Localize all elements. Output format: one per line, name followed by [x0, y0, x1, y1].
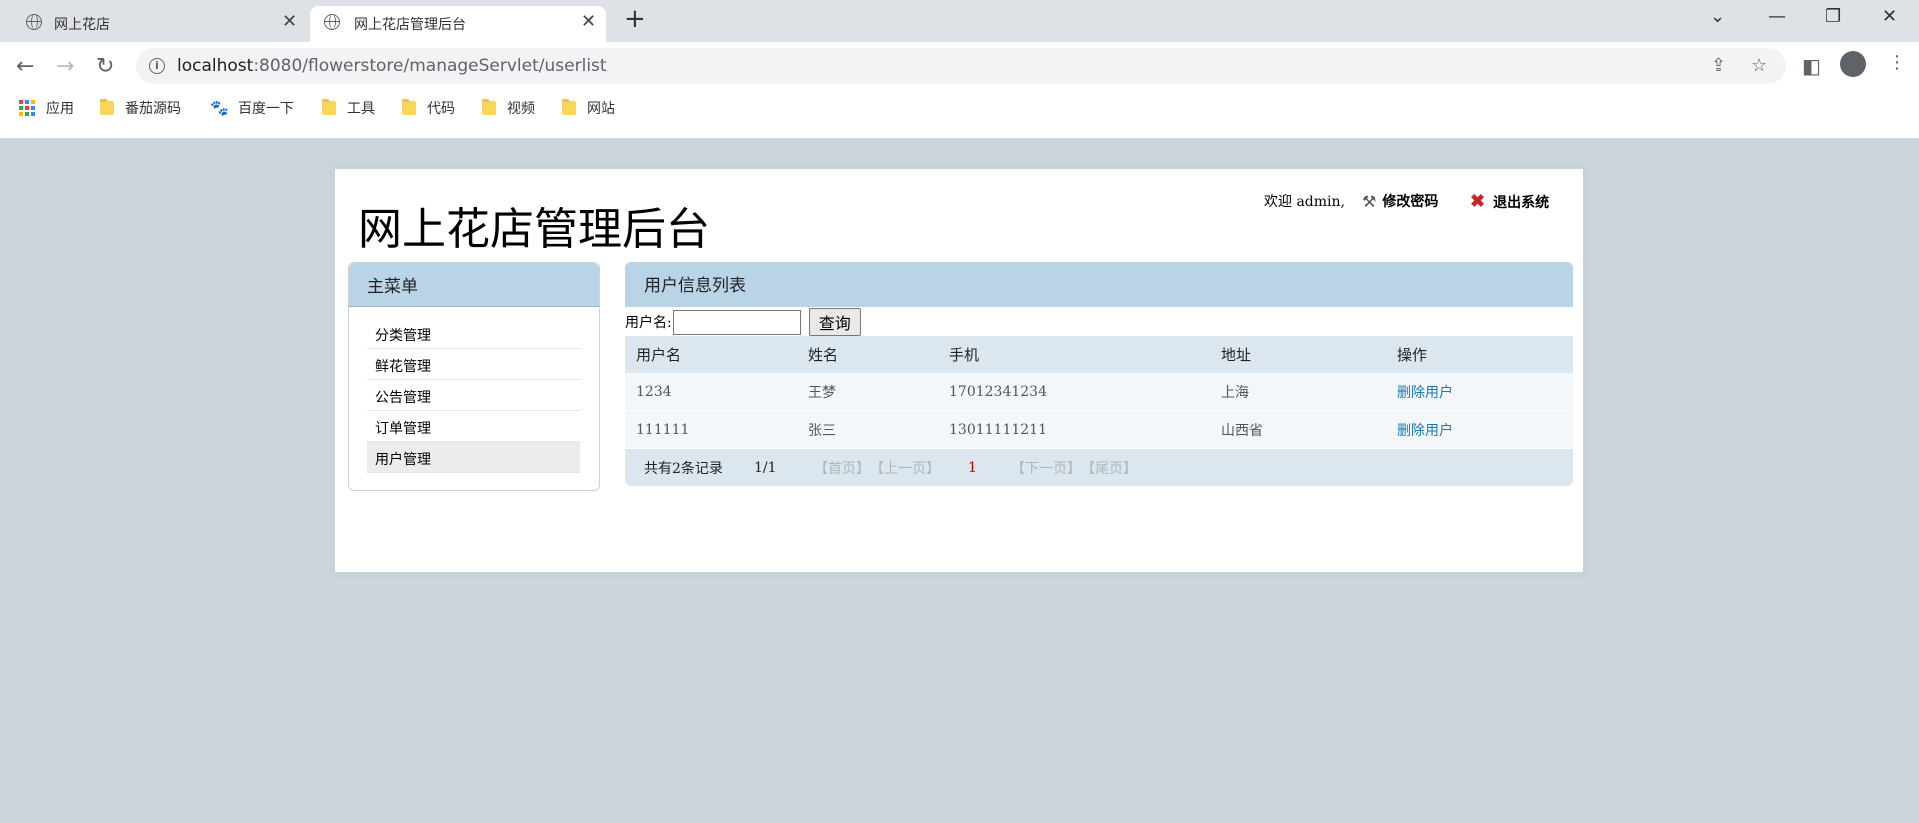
- username-search-input[interactable]: [672, 309, 801, 335]
- sidebar: 主菜单 分类管理 鲜花管理 公告管理 订单管理 用户管理: [348, 262, 600, 491]
- url-text[interactable]: localhost:8080/flowerstore/manageServlet…: [177, 56, 607, 76]
- bookmark-folder[interactable]: 番茄源码: [100, 93, 181, 123]
- search-label: 用户名:: [625, 315, 672, 331]
- baidu-paw-icon: 🐾: [210, 99, 229, 117]
- address-bar[interactable]: i localhost:8080/flowerstore/manageServl…: [136, 48, 1786, 84]
- back-icon[interactable]: ←: [16, 54, 34, 79]
- tab-title: 网上花店管理后台: [354, 17, 466, 33]
- page-title: 网上花店管理后台: [358, 204, 710, 255]
- cell-name: 张三: [808, 422, 836, 439]
- search-button[interactable]: 查询: [808, 308, 861, 336]
- tab-search-chevron-icon[interactable]: ⌄: [1710, 6, 1725, 27]
- reload-icon[interactable]: ↻: [96, 54, 114, 79]
- pagination: 共有2条记录 1/1 【首页】 【上一页】 1 【下一页】 【尾页】: [625, 449, 1573, 486]
- folder-icon: [562, 99, 576, 115]
- close-tab-icon[interactable]: ✕: [581, 11, 596, 32]
- globe-icon: [324, 14, 340, 30]
- bookmark-folder[interactable]: 工具: [322, 93, 375, 123]
- column-header: 手机: [949, 346, 980, 364]
- minimize-icon[interactable]: —: [1768, 6, 1786, 27]
- sidebar-title: 主菜单: [349, 263, 599, 307]
- cell-name: 王梦: [808, 384, 836, 401]
- new-tab-icon[interactable]: +: [624, 4, 646, 34]
- search-form: 用户名: 查询: [625, 307, 861, 337]
- bookmark-folder[interactable]: 代码: [402, 93, 455, 123]
- delete-user-link[interactable]: 删除用户: [1397, 420, 1573, 440]
- sidebar-item-orders[interactable]: 订单管理: [367, 411, 580, 442]
- close-icon: ✖: [1470, 191, 1486, 212]
- globe-icon: [26, 14, 42, 30]
- table-row: 111111 张三 13011111211 山西省 删除用户: [625, 411, 1573, 449]
- apps-grid-icon: [19, 100, 35, 116]
- page-count: 1/1: [754, 459, 777, 476]
- tab-title: 网上花店: [54, 17, 110, 33]
- share-icon[interactable]: ⇪: [1711, 55, 1726, 76]
- next-page-link[interactable]: 【下一页】: [1011, 458, 1081, 478]
- folder-icon: [402, 99, 416, 115]
- tab-admin[interactable]: 网上花店管理后台 ✕: [310, 6, 606, 42]
- change-password-link[interactable]: ⚒ 修改密码: [1362, 191, 1438, 211]
- content-title: 用户信息列表: [625, 262, 1573, 307]
- site-info-icon[interactable]: i: [149, 58, 165, 74]
- cell-username: 1234: [636, 383, 672, 400]
- user-table: 用户名 姓名 手机 地址 操作 1234 王梦 17012341234 上海 删…: [625, 336, 1573, 486]
- cell-phone: 13011111211: [949, 421, 1047, 438]
- browser-tab-strip: 网上花店 ✕ 网上花店管理后台 ✕ + ⌄ — ❐ ✕: [0, 0, 1919, 42]
- more-menu-icon[interactable]: ⋮: [1888, 52, 1906, 73]
- prev-page-link[interactable]: 【上一页】: [870, 458, 940, 478]
- cell-username: 111111: [636, 421, 690, 438]
- sidebar-menu: 分类管理 鲜花管理 公告管理 订单管理 用户管理: [367, 318, 580, 473]
- current-page: 1: [968, 459, 977, 476]
- main-content: 用户信息列表 用户名: 查询 用户名 姓名 手机 地址 操作 1234 王梦 1…: [625, 262, 1573, 486]
- column-header: 操作: [1397, 346, 1428, 364]
- side-panel-icon[interactable]: ◧: [1802, 54, 1821, 78]
- bookmark-folder[interactable]: 网站: [562, 93, 615, 123]
- bookmark-baidu[interactable]: 🐾 百度一下: [210, 93, 294, 123]
- sidebar-item-notices[interactable]: 公告管理: [367, 380, 580, 411]
- column-header: 姓名: [808, 346, 839, 364]
- tools-icon: ⚒: [1362, 191, 1377, 211]
- sidebar-item-users[interactable]: 用户管理: [367, 442, 580, 473]
- restore-icon[interactable]: ❐: [1825, 6, 1841, 27]
- table-row: 1234 王梦 17012341234 上海 删除用户: [625, 373, 1573, 411]
- column-header: 用户名: [636, 346, 682, 364]
- total-records: 共有2条记录: [644, 460, 723, 477]
- logout-link[interactable]: ✖ 退出系统: [1470, 191, 1549, 212]
- bookmark-star-icon[interactable]: ☆: [1751, 55, 1767, 76]
- folder-icon: [322, 99, 336, 115]
- folder-icon: [482, 99, 496, 115]
- delete-user-link[interactable]: 删除用户: [1397, 382, 1573, 402]
- tab-flowerstore[interactable]: 网上花店 ✕: [0, 6, 308, 42]
- first-page-link[interactable]: 【首页】: [814, 458, 870, 478]
- cell-phone: 17012341234: [949, 383, 1047, 400]
- close-tab-icon[interactable]: ✕: [282, 11, 297, 32]
- bookmarks-bar: 应用 番茄源码 🐾 百度一下 工具 代码 视频 网站: [0, 93, 1919, 123]
- table-header: 用户名 姓名 手机 地址 操作: [625, 336, 1573, 373]
- cell-address: 上海: [1221, 384, 1249, 401]
- sidebar-item-category[interactable]: 分类管理: [367, 318, 580, 349]
- close-window-icon[interactable]: ✕: [1882, 6, 1897, 27]
- sidebar-item-flowers[interactable]: 鲜花管理: [367, 349, 580, 380]
- bookmark-apps[interactable]: 应用: [19, 93, 74, 123]
- browser-toolbar: ← → ↻ i localhost:8080/flowerstore/manag…: [0, 42, 1919, 138]
- bookmark-folder[interactable]: 视频: [482, 93, 535, 123]
- forward-icon[interactable]: →: [56, 54, 74, 79]
- cell-address: 山西省: [1221, 422, 1263, 439]
- last-page-link[interactable]: 【尾页】: [1081, 458, 1137, 478]
- profile-avatar-icon[interactable]: [1840, 51, 1866, 77]
- welcome-text: 欢迎 admin,: [1264, 194, 1345, 210]
- folder-icon: [100, 99, 114, 115]
- column-header: 地址: [1221, 346, 1252, 364]
